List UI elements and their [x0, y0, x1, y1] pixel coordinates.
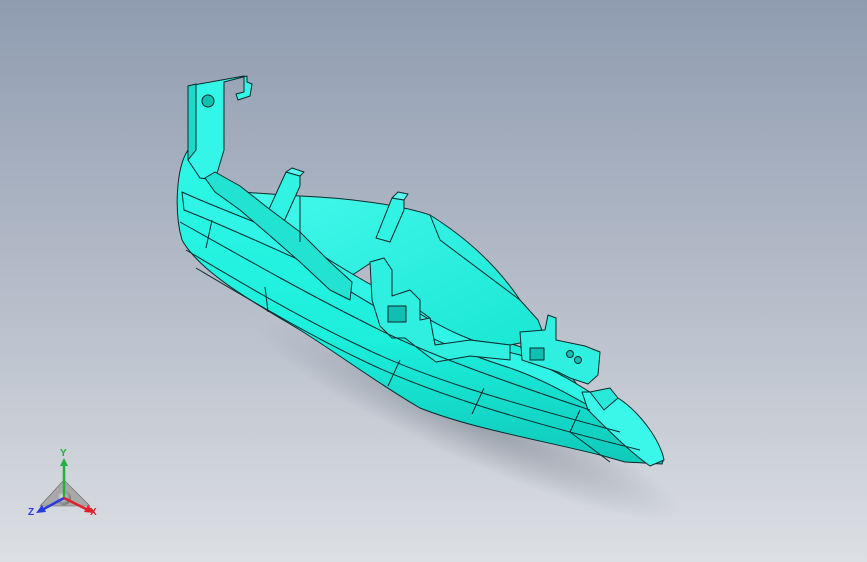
stern-bracket-window — [529, 347, 545, 361]
y-axis-label: Y — [60, 448, 67, 459]
y-axis-arrow-icon — [60, 458, 68, 466]
stern-hole-2 — [574, 356, 582, 364]
stern-hole-1 — [566, 350, 574, 358]
z-axis-label: Z — [28, 507, 34, 518]
bow-plate-side — [187, 83, 197, 161]
graphics-viewport[interactable] — [0, 0, 867, 562]
bow-hole — [201, 94, 215, 108]
x-axis-label: X — [90, 507, 97, 518]
bracket-window — [387, 305, 407, 323]
reference-triad[interactable]: Y X Z — [22, 446, 106, 526]
